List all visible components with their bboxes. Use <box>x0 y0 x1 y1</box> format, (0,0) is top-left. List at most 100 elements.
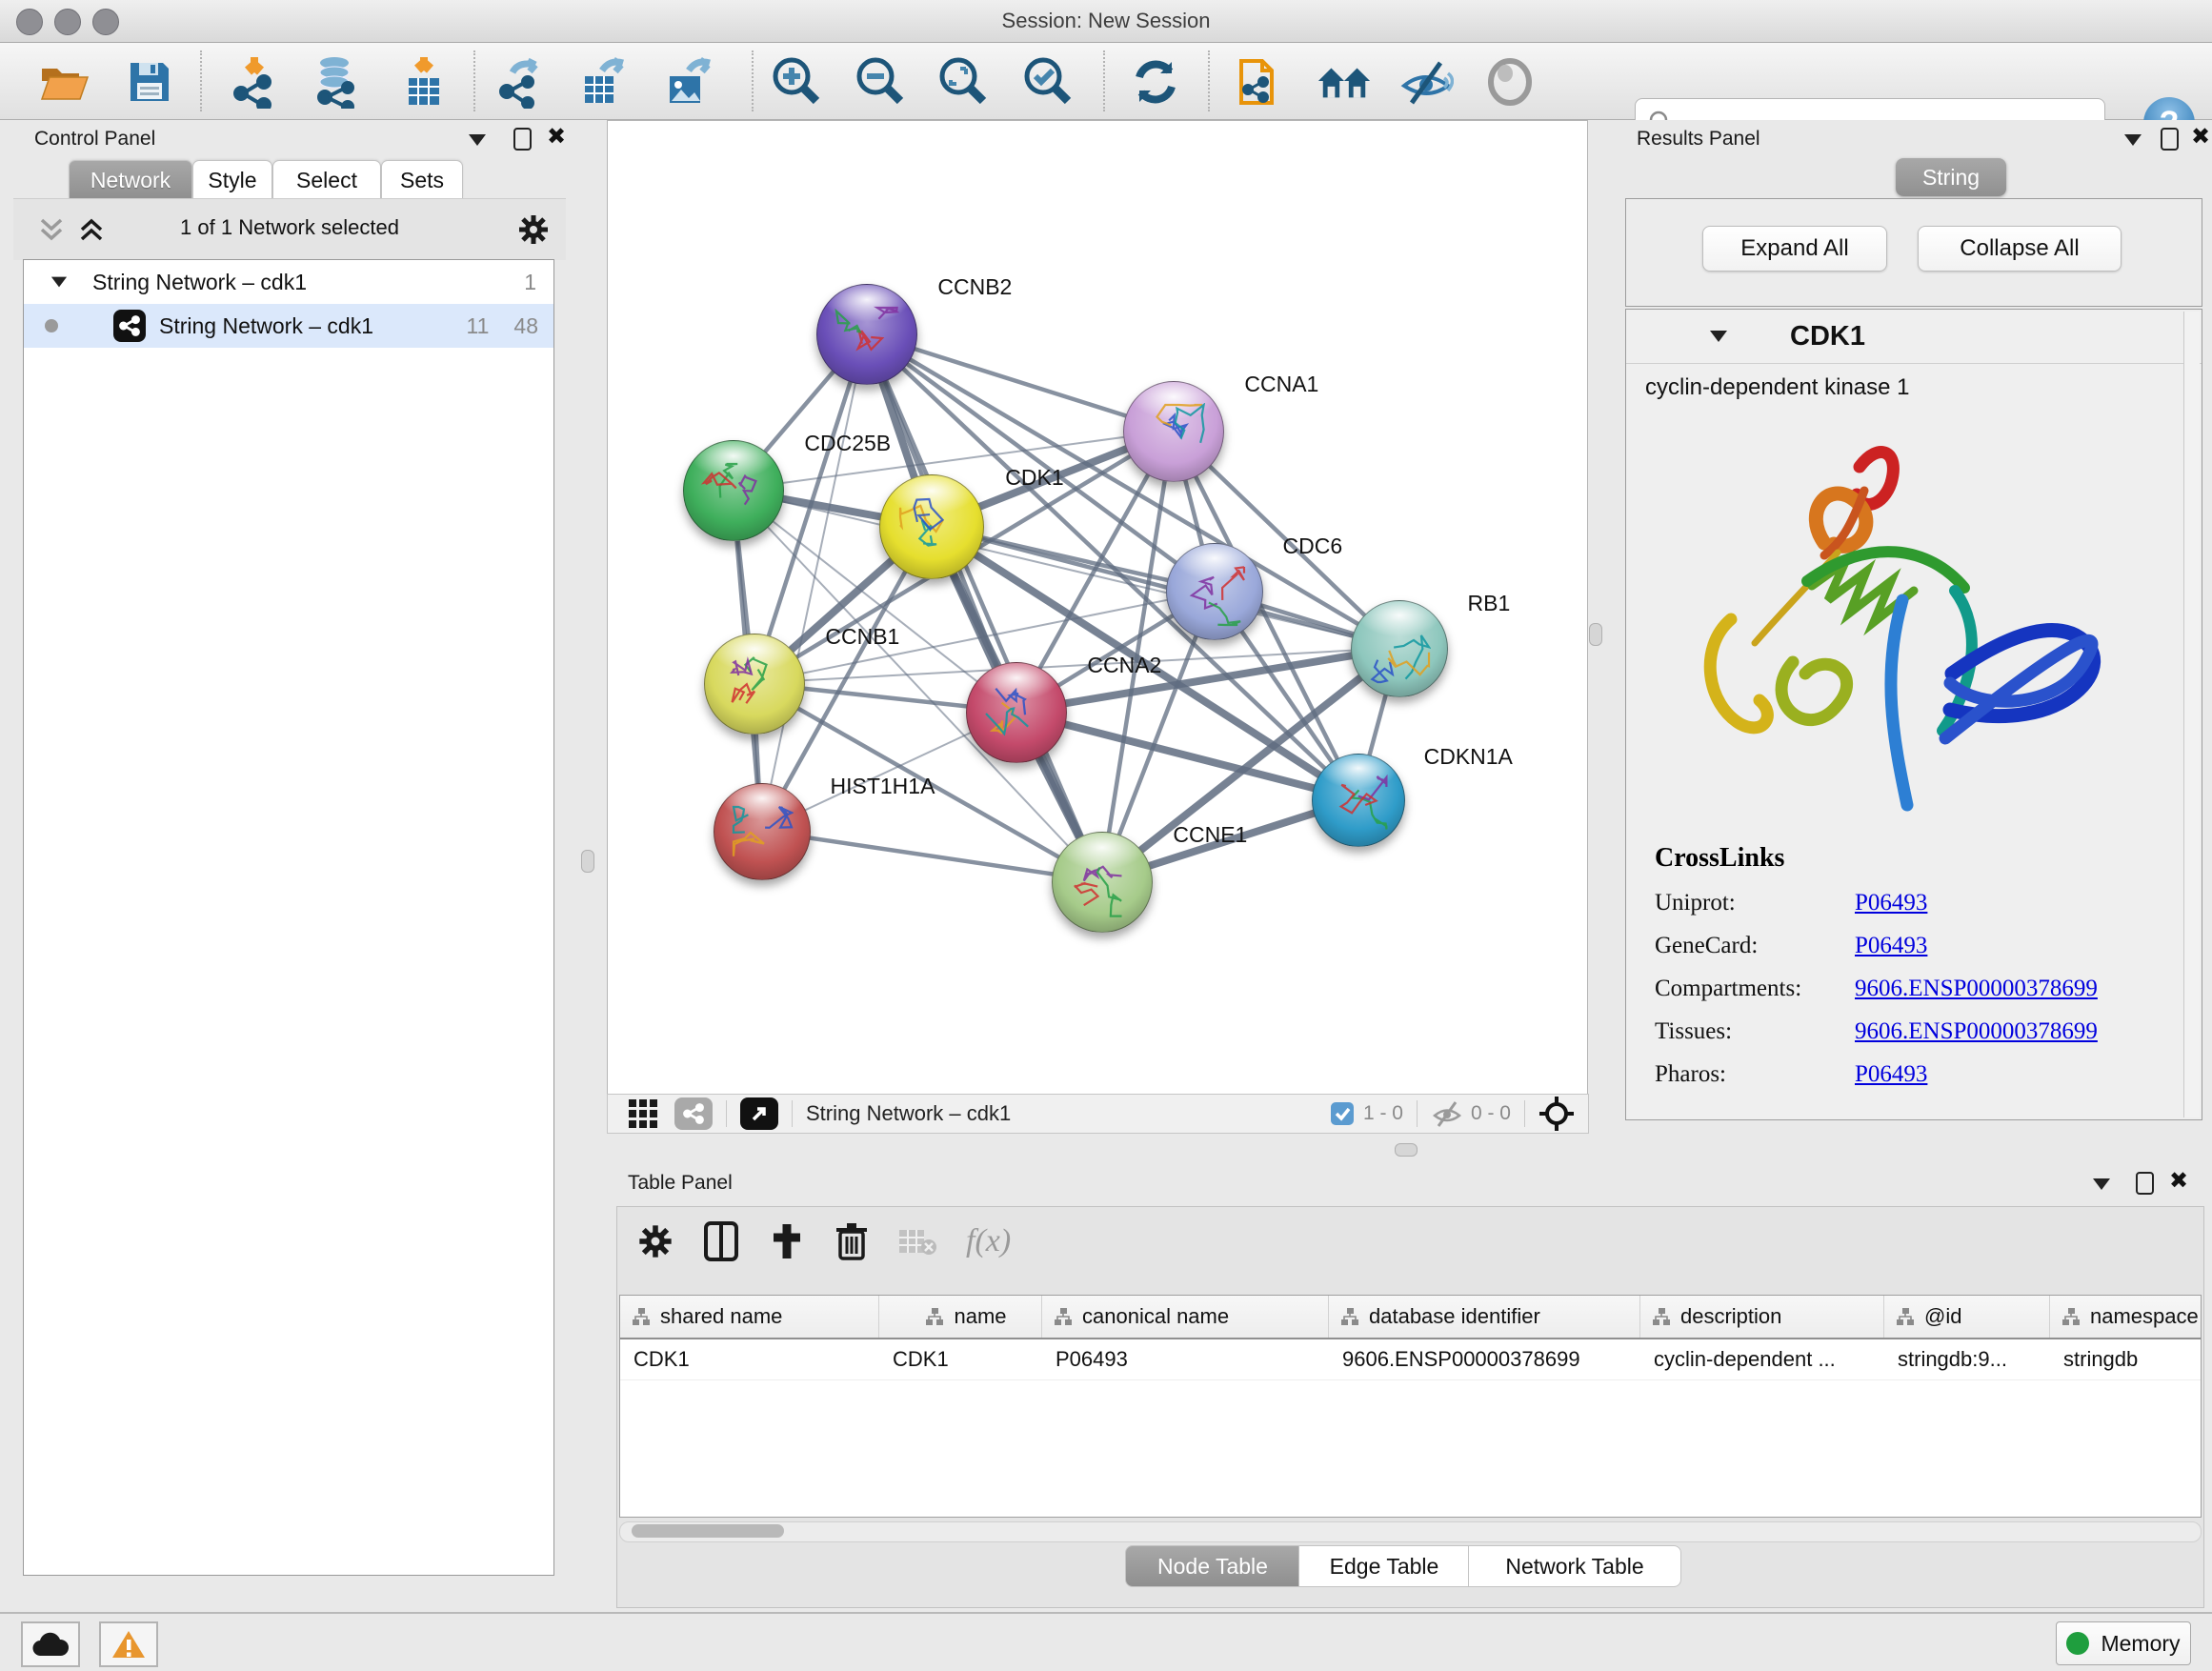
network-node-CDC6[interactable] <box>1166 543 1263 640</box>
results-panel-float-button[interactable] <box>2161 128 2179 155</box>
import-network-database-button[interactable] <box>309 54 364 110</box>
table-panel-menu-caret[interactable] <box>2093 1178 2110 1195</box>
network-collection-row[interactable]: String Network – cdk1 1 <box>24 260 553 304</box>
expand-all-button[interactable]: Expand All <box>1702 226 1887 272</box>
column-header-database-identifier[interactable]: database identifier <box>1329 1296 1640 1338</box>
tab-edge-table[interactable]: Edge Table <box>1298 1545 1470 1587</box>
column-header-canonical-name[interactable]: canonical name <box>1042 1296 1329 1338</box>
collapse-all-button[interactable]: Collapse All <box>1918 226 2122 272</box>
selected-nodes-checkbox-icon[interactable] <box>1329 1100 1356 1127</box>
results-panel-close-button[interactable]: ✖ <box>2191 128 2210 147</box>
grayed-eye-button[interactable] <box>1482 54 1538 110</box>
crosslink-uniprot-link[interactable]: P06493 <box>1855 890 1927 916</box>
results-buttons-box: Expand All Collapse All <box>1625 198 2202 307</box>
cell-id[interactable]: stringdb:9... <box>1884 1339 2050 1379</box>
tab-network-table[interactable]: Network Table <box>1468 1545 1681 1587</box>
delete-column-trash-icon[interactable] <box>835 1220 869 1262</box>
column-header-name[interactable]: name <box>879 1296 1042 1338</box>
import-table-file-button[interactable] <box>396 54 452 110</box>
network-node-CCNE1[interactable] <box>1052 832 1153 933</box>
cell-canonical-name[interactable]: P06493 <box>1042 1339 1329 1379</box>
results-scrollbar-track[interactable] <box>2183 312 2200 1117</box>
column-header-id[interactable]: @id <box>1884 1296 2050 1338</box>
table-row[interactable]: CDK1 CDK1 P06493 9606.ENSP00000378699 cy… <box>620 1339 2201 1380</box>
warning-icon <box>111 1629 146 1660</box>
network-node-CDKN1A[interactable] <box>1312 754 1405 847</box>
network-node-count: 11 <box>467 313 490 339</box>
cell-database-identifier[interactable]: 9606.ENSP00000378699 <box>1329 1339 1640 1379</box>
network-row-selected[interactable]: String Network – cdk1 11 48 <box>24 304 553 348</box>
network-node-RB1[interactable] <box>1351 600 1448 697</box>
tab-network[interactable]: Network <box>69 160 192 199</box>
entry-collapse-caret[interactable] <box>1710 331 1727 342</box>
network-options-gear-icon[interactable] <box>516 212 551 247</box>
tab-node-table[interactable]: Node Table <box>1125 1545 1300 1587</box>
horizontal-splitter-handle[interactable] <box>1395 1143 1418 1157</box>
results-panel: Results Panel ✖ String Expand All Collap… <box>1619 120 2212 1132</box>
export-image-button[interactable] <box>661 54 716 110</box>
refresh-button[interactable] <box>1128 54 1183 110</box>
column-header-namespace[interactable]: namespace <box>2050 1296 2202 1338</box>
right-splitter-handle[interactable] <box>1589 623 1602 646</box>
protein-thumbnail-scribble <box>1369 622 1431 684</box>
hide-unhide-button[interactable] <box>1398 54 1454 110</box>
share-document-button[interactable] <box>1231 54 1286 110</box>
open-session-button[interactable] <box>36 54 91 110</box>
network-node-HIST1H1A[interactable] <box>714 783 811 880</box>
crosslink-compartments-link[interactable]: 9606.ENSP00000378699 <box>1855 976 2098 1002</box>
cell-namespace[interactable]: stringdb <box>2050 1339 2202 1379</box>
show-columns-icon[interactable] <box>703 1220 739 1262</box>
network-node-CCNA2[interactable] <box>966 662 1067 763</box>
column-header-description[interactable]: description <box>1640 1296 1884 1338</box>
control-panel-tabs: Network Style Select Sets <box>13 160 566 198</box>
network-node-CCNB2[interactable] <box>816 284 917 385</box>
left-splitter-handle[interactable] <box>581 850 594 873</box>
cell-description[interactable]: cyclin-dependent ... <box>1640 1339 1884 1379</box>
cell-shared-name[interactable]: CDK1 <box>620 1339 879 1379</box>
tab-sets[interactable]: Sets <box>381 160 463 199</box>
tab-style[interactable]: Style <box>192 160 272 199</box>
warnings-button[interactable] <box>99 1621 158 1667</box>
entry-header-row[interactable]: CDK1 <box>1626 310 2202 364</box>
results-tab-string[interactable]: String <box>1896 158 2006 196</box>
network-edge-HIST1H1A-CCNE1[interactable] <box>761 831 1101 881</box>
table-horizontal-scrollbar[interactable] <box>619 1521 2202 1542</box>
hidden-eye-icon[interactable] <box>1431 1099 1463 1128</box>
export-network-button[interactable] <box>494 54 550 110</box>
zoom-fit-button[interactable] <box>936 54 992 110</box>
home-button[interactable] <box>1317 54 1372 110</box>
zoom-in-button[interactable] <box>770 54 825 110</box>
cloud-button[interactable] <box>21 1621 80 1667</box>
network-node-CCNB1[interactable] <box>704 634 805 735</box>
save-session-button[interactable] <box>122 54 177 110</box>
birds-eye-crosshair-icon[interactable] <box>1538 1096 1575 1132</box>
crosslink-genecard-link[interactable]: P06493 <box>1855 933 1927 959</box>
cell-name[interactable]: CDK1 <box>879 1339 1042 1379</box>
control-panel-menu-caret[interactable] <box>469 133 486 151</box>
network-node-CDK1[interactable] <box>879 474 984 579</box>
network-node-CDC25B[interactable] <box>683 440 784 541</box>
memory-button[interactable]: Memory <box>2056 1621 2191 1665</box>
open-in-new-window-icon[interactable] <box>740 1097 778 1130</box>
table-panel-close-button[interactable]: ✖ <box>2169 1172 2188 1191</box>
export-table-button[interactable] <box>576 54 632 110</box>
crosslink-tissues-link[interactable]: 9606.ENSP00000378699 <box>1855 1018 2098 1045</box>
import-network-file-button[interactable] <box>229 54 284 110</box>
grid-view-icon[interactable] <box>627 1097 659 1130</box>
scrollbar-thumb[interactable] <box>632 1524 784 1538</box>
column-header-shared-name[interactable]: shared name <box>620 1296 879 1338</box>
collection-expand-caret[interactable] <box>51 277 67 288</box>
crosslink-pharos-link[interactable]: P06493 <box>1855 1061 1927 1088</box>
network-view-canvas[interactable]: CCNB2CCNA1CDC25BCDK1CDC6RB1CCNB1CCNA2CDK… <box>607 120 1588 1096</box>
results-panel-menu-caret[interactable] <box>2124 133 2142 151</box>
add-column-icon[interactable] <box>768 1220 806 1262</box>
table-settings-gear-icon[interactable] <box>636 1222 674 1260</box>
zoom-selected-button[interactable] <box>1021 54 1076 110</box>
zoom-out-button[interactable] <box>854 54 909 110</box>
control-panel-close-button[interactable]: ✖ <box>547 128 566 147</box>
network-node-CCNA1[interactable] <box>1123 381 1224 482</box>
network-share-icon[interactable] <box>674 1097 713 1130</box>
tab-select[interactable]: Select <box>272 160 381 199</box>
table-panel-float-button[interactable] <box>2136 1172 2154 1199</box>
control-panel-float-button[interactable] <box>513 128 532 155</box>
